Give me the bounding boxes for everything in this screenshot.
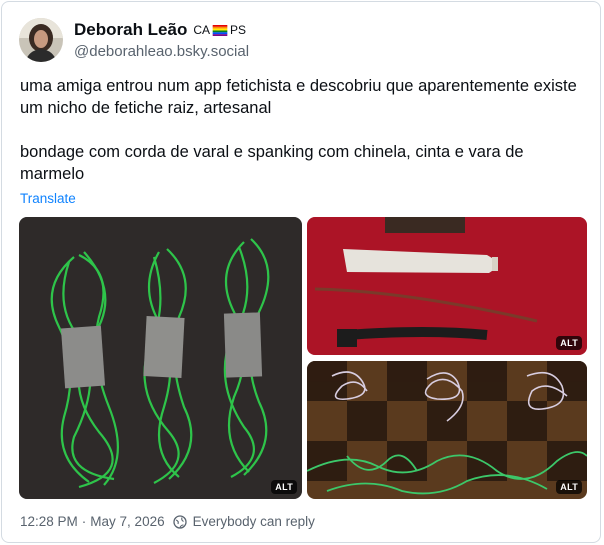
badge-prefix: CA xyxy=(193,23,211,37)
post-time: 12:28 PM xyxy=(20,514,78,529)
alt-badge[interactable]: ALT xyxy=(556,336,582,350)
reply-setting[interactable]: Everybody can reply xyxy=(193,514,315,529)
author-names: Deborah Leão CA PS @deborahleao.bsky.soc… xyxy=(74,20,249,60)
pride-flag-icon xyxy=(212,24,228,36)
post-card: Deborah Leão CA PS @deborahleao.bsky.soc… xyxy=(1,1,601,543)
separator: · xyxy=(81,514,87,529)
post-date: May 7, 2026 xyxy=(90,514,165,529)
post-footer: 12:28 PM · May 7, 2026 Everybody can rep… xyxy=(20,514,315,529)
reply-globe-icon xyxy=(172,514,187,529)
translate-link[interactable]: Translate xyxy=(20,191,76,206)
post-paragraph-2: bondage com corda de varal e spanking co… xyxy=(20,143,524,183)
alt-badge[interactable]: ALT xyxy=(556,480,582,494)
post-text: uma amiga entrou num app fetichista e de… xyxy=(20,75,586,185)
image-slipper-belt-stick[interactable]: ALT xyxy=(307,217,587,355)
post-header: Deborah Leão CA PS @deborahleao.bsky.soc… xyxy=(19,16,249,64)
post-paragraph-1: uma amiga entrou num app fetichista e de… xyxy=(20,77,577,117)
image-cords-on-floor[interactable]: ALT xyxy=(307,361,587,499)
image-green-rope[interactable]: ALT xyxy=(19,217,302,499)
author-badge: CA PS xyxy=(193,23,246,37)
author-display-name[interactable]: Deborah Leão xyxy=(74,20,187,40)
author-handle[interactable]: @deborahleao.bsky.social xyxy=(74,43,249,60)
alt-badge[interactable]: ALT xyxy=(271,480,297,494)
avatar[interactable] xyxy=(19,18,63,62)
display-row: Deborah Leão CA PS xyxy=(74,20,249,40)
badge-suffix: PS xyxy=(230,23,247,37)
media-grid: ALT ALT ALT xyxy=(19,217,587,499)
